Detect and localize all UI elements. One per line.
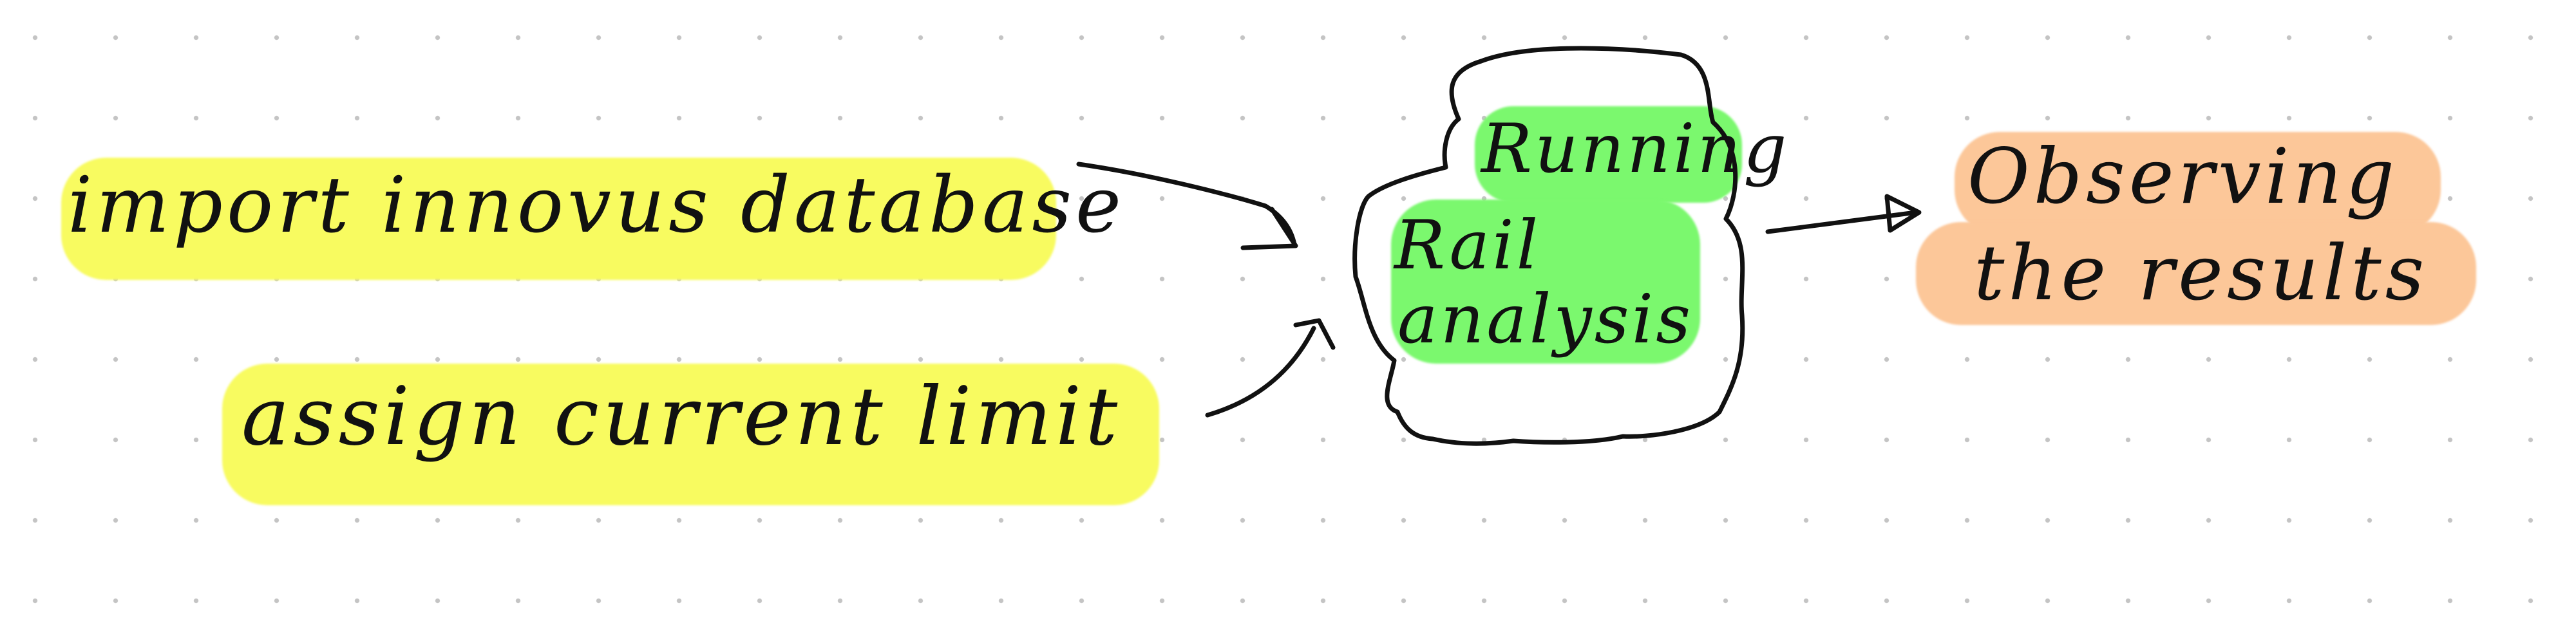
arrow-assign-to-process <box>1205 326 1316 418</box>
the-results-label: the results <box>1974 228 2429 317</box>
running-label: Running <box>1481 109 1790 188</box>
observing-label: Observing <box>1967 132 2399 221</box>
assign-current-limit-label: assign current limit <box>242 370 1122 463</box>
arrowhead-assign <box>1293 318 1336 350</box>
rail-label: Rail <box>1394 206 1541 284</box>
analysis-label: analysis <box>1397 280 1694 358</box>
import-database-label: import innovus database <box>68 161 1126 250</box>
